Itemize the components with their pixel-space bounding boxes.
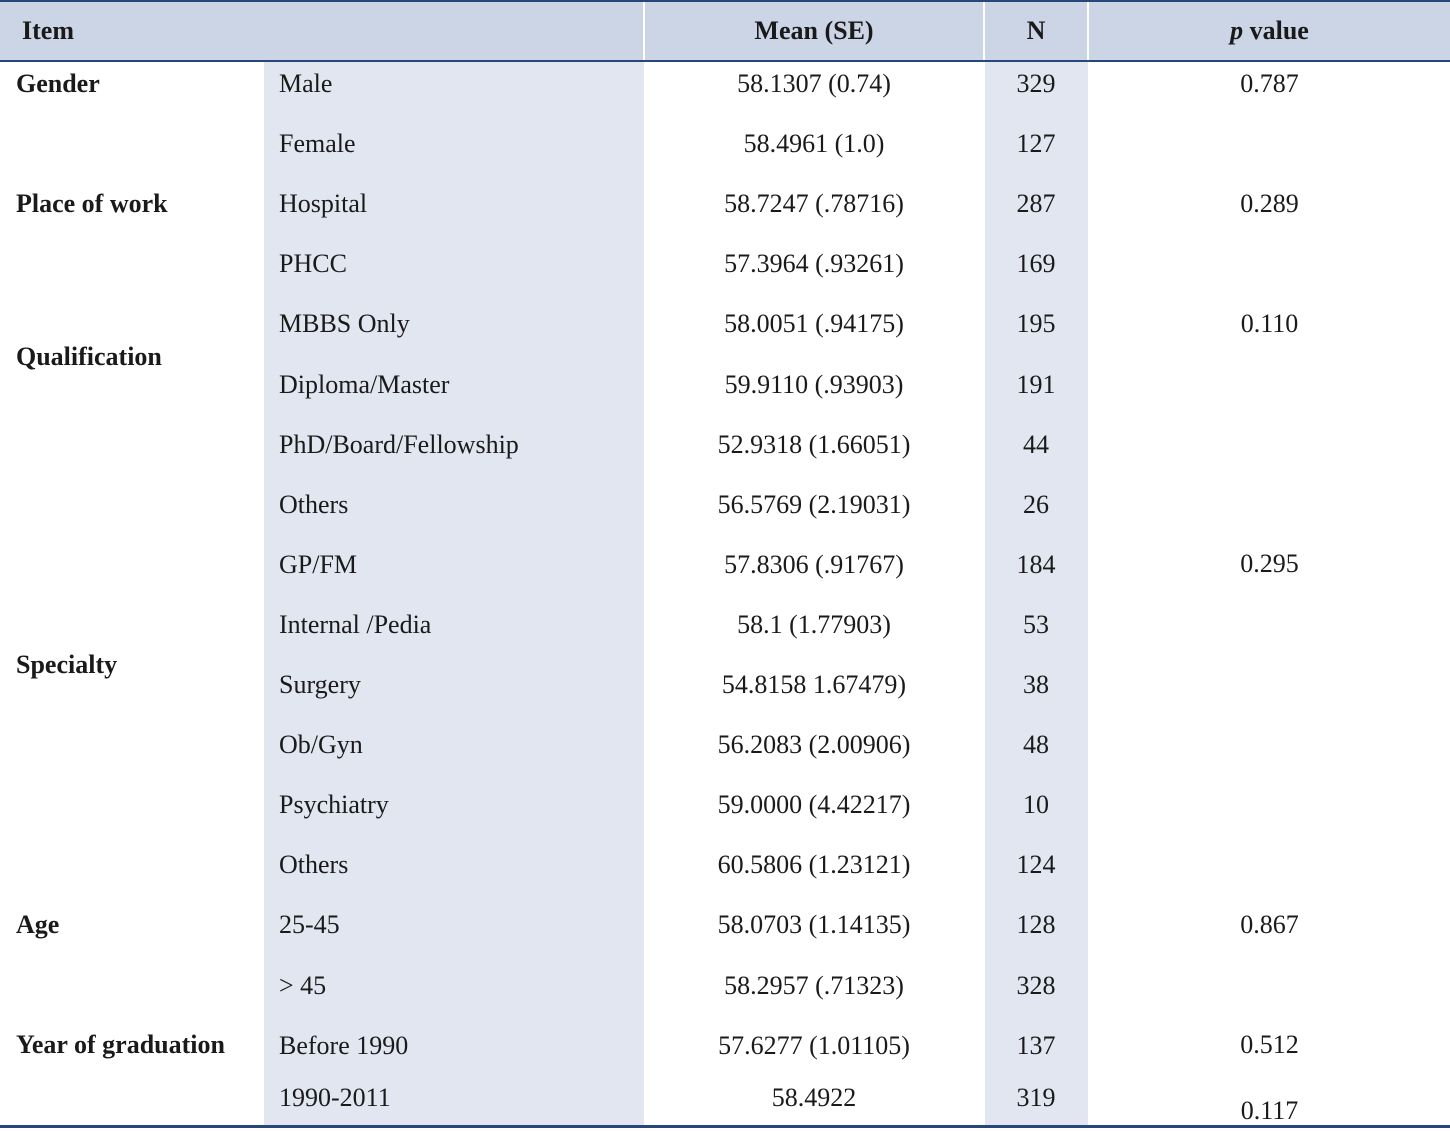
row-mean-se: 59.0000 (4.42217)	[717, 790, 911, 819]
row-subitem: Psychiatry	[279, 790, 389, 819]
row-mean-se: 58.0703 (1.14135)	[717, 910, 911, 939]
row-subitem: Male	[279, 69, 333, 98]
p-value: 0.295	[1240, 549, 1299, 578]
row-subitem: 1990-2011	[279, 1083, 391, 1112]
row-mean-se: 58.1307 (0.74)	[737, 69, 891, 98]
row-mean-se: 58.7247 (.78716)	[724, 189, 904, 218]
row-n: 328	[1016, 971, 1056, 1000]
group-label: Specialty	[16, 650, 118, 679]
row-n: 329	[1016, 69, 1056, 98]
row-subitem: Ob/Gyn	[279, 730, 363, 759]
row-n: 319	[1016, 1083, 1056, 1112]
p-value: 0.289	[1240, 189, 1299, 218]
row-n: 184	[1016, 550, 1056, 579]
header-mean-se: Mean (SE)	[754, 16, 874, 45]
row-subitem: Internal /Pedia	[279, 610, 432, 639]
header-p-rest: value	[1243, 16, 1309, 45]
group-label: Age	[16, 910, 60, 939]
row-n: 10	[1023, 790, 1049, 819]
p-value: 0.110	[1240, 309, 1299, 338]
row-mean-se: 59.9110 (.93903)	[724, 370, 904, 399]
row-n: 195	[1016, 309, 1056, 338]
p-value: 0.867	[1240, 910, 1299, 939]
group-label: Place of work	[16, 189, 168, 218]
row-subitem: PhD/Board/Fellowship	[279, 430, 519, 459]
row-mean-se: 58.1 (1.77903)	[737, 610, 891, 639]
row-subitem: Female	[279, 129, 356, 158]
row-mean-se: 54.8158 1.67479)	[721, 670, 907, 699]
row-subitem: Before 1990	[279, 1031, 409, 1060]
row-n: 38	[1023, 670, 1049, 699]
row-n: 127	[1016, 129, 1056, 158]
row-mean-se: 57.6277 (1.01105)	[718, 1031, 910, 1060]
row-subitem: 25-45	[279, 910, 340, 939]
row-subitem: PHCC	[279, 249, 347, 278]
row-n: 53	[1023, 610, 1049, 639]
row-mean-se: 56.5769 (2.19031)	[717, 490, 911, 519]
p-value: 0.787	[1240, 69, 1299, 98]
row-mean-se: 60.5806 (1.23121)	[717, 850, 911, 879]
header-p-value: p value	[1089, 2, 1450, 60]
header-bottom-rule	[0, 60, 1450, 62]
row-n: 128	[1016, 910, 1056, 939]
row-n: 26	[1023, 490, 1049, 519]
row-n: 169	[1016, 249, 1056, 278]
row-mean-se: 57.3964 (.93261)	[724, 249, 904, 278]
row-mean-se: 56.2083 (2.00906)	[717, 730, 911, 759]
row-subitem: Surgery	[279, 670, 361, 699]
row-mean-se: 58.4922	[771, 1083, 857, 1112]
header-n: N	[1026, 16, 1046, 45]
row-subitem: > 45	[279, 971, 327, 1000]
row-subitem: Hospital	[279, 189, 368, 218]
row-mean-se: 58.0051 (.94175)	[724, 309, 904, 338]
row-n: 191	[1016, 370, 1056, 399]
row-mean-se: 52.9318 (1.66051)	[717, 430, 911, 459]
row-n: 287	[1016, 189, 1056, 218]
group-label: Year of graduation	[16, 1030, 225, 1059]
p-value: 0.512	[1240, 1030, 1299, 1059]
row-subitem: MBBS Only	[279, 309, 410, 338]
row-subitem: Others	[279, 850, 349, 879]
row-mean-se: 58.2957 (.71323)	[724, 971, 904, 1000]
row-n: 48	[1023, 730, 1049, 759]
row-subitem: Diploma/Master	[279, 370, 450, 399]
header-p-italic: p	[1230, 16, 1244, 45]
row-n: 44	[1023, 430, 1049, 459]
group-label: Gender	[16, 69, 100, 98]
group-label: Qualification	[16, 342, 162, 371]
row-n: 137	[1016, 1031, 1056, 1060]
row-mean-se: 58.4961 (1.0)	[743, 129, 885, 158]
row-subitem: Others	[279, 490, 349, 519]
header-item: Item	[22, 16, 74, 45]
row-mean-se: 57.8306 (.91767)	[724, 550, 904, 579]
row-subitem: GP/FM	[279, 550, 358, 579]
row-n: 124	[1016, 850, 1056, 879]
